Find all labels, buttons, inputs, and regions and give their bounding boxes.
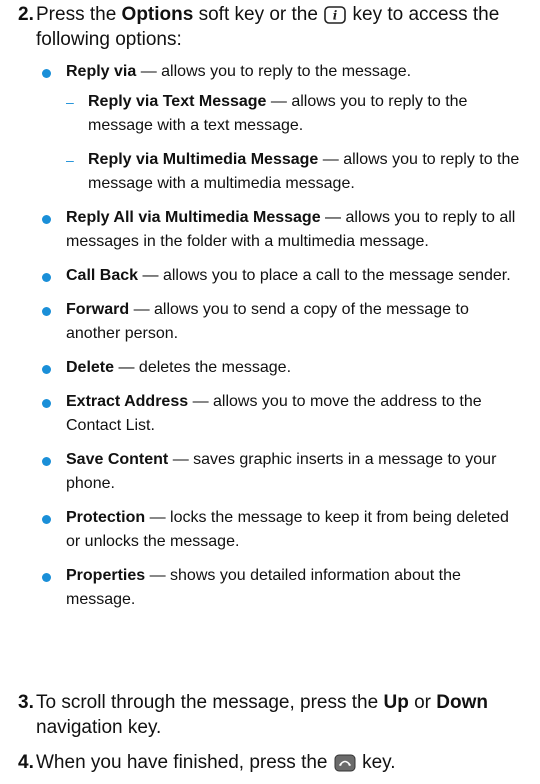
option-desc: — allows you to place a call to the mess… (138, 267, 511, 284)
up-key-label: Up (383, 692, 409, 713)
bullet-dot (42, 307, 51, 316)
bullet-dot (42, 365, 51, 374)
option-label: Forward (66, 301, 130, 318)
step-number: 4. (18, 752, 34, 773)
option-label: Extract Address (66, 393, 189, 410)
step-text: When you have finished, press the key. (36, 750, 518, 775)
bullet-dot (42, 69, 51, 78)
manual-page: 2. Press the Options soft key or the i k… (0, 0, 540, 784)
option-label: Reply via Text Message (88, 93, 267, 110)
option-label: Properties (66, 567, 146, 584)
bullet-dot (42, 215, 51, 224)
step-number: 2. (18, 4, 34, 25)
bullet-dot (42, 273, 51, 282)
option-label: Delete (66, 359, 115, 376)
step-text-part: When you have finished, press the (36, 752, 333, 773)
option-label: Reply via (66, 63, 137, 80)
option-label: Protection (66, 509, 146, 526)
step-text-part: key. (356, 752, 396, 773)
step-3: 3. To scroll through the message, press … (18, 690, 518, 740)
options-softkey-label: Options (121, 4, 194, 25)
bullet-dot (42, 399, 51, 408)
bullet-dot (42, 457, 51, 466)
options-list: Reply via — allows you to reply to the m… (42, 60, 522, 622)
list-item: Reply via — allows you to reply to the m… (42, 60, 522, 196)
list-item: Forward — allows you to send a copy of t… (42, 298, 522, 346)
bullet-dot (42, 573, 51, 582)
step-number: 3. (18, 692, 34, 713)
dash-marker: – (66, 94, 74, 110)
step-text-part: or (408, 692, 437, 713)
option-label: Reply via Multimedia Message (88, 151, 319, 168)
list-item: Reply All via Multimedia Message — allow… (42, 206, 522, 254)
list-item: Extract Address — allows you to move the… (42, 390, 522, 438)
list-item: Delete — deletes the message. (42, 356, 522, 380)
list-item: Properties — shows you detailed informat… (42, 564, 522, 612)
list-item: Protection — locks the message to keep i… (42, 506, 522, 554)
step-text-part: soft key or the (193, 4, 324, 25)
step-text-part: To scroll through the message, press the (36, 692, 384, 713)
option-label: Reply All via Multimedia Message (66, 209, 321, 226)
step-text-part: Press the (36, 4, 122, 25)
option-label: Call Back (66, 267, 139, 284)
bullet-dot (42, 515, 51, 524)
option-desc: — allows you to reply to the message. (136, 63, 412, 80)
dash-marker: – (66, 152, 74, 168)
down-key-label: Down (436, 692, 488, 713)
sub-options-list: – Reply via Text Message — allows you to… (66, 90, 522, 196)
end-key-icon (334, 754, 356, 772)
step-4: 4. When you have finished, press the key… (18, 750, 518, 775)
sub-list-item: – Reply via Multimedia Message — allows … (66, 148, 522, 196)
step-2: 2. Press the Options soft key or the i k… (18, 2, 518, 52)
step-text-part: navigation key. (36, 717, 162, 738)
option-label: Save Content (66, 451, 169, 468)
option-desc: — deletes the message. (114, 359, 292, 376)
info-key-icon: i (324, 6, 347, 24)
sub-list-item: – Reply via Text Message — allows you to… (66, 90, 522, 138)
step-text: Press the Options soft key or the i key … (36, 2, 518, 52)
list-item: Call Back — allows you to place a call t… (42, 264, 522, 288)
svg-text:i: i (333, 9, 338, 23)
step-text: To scroll through the message, press the… (36, 690, 518, 740)
list-item: Save Content — saves graphic inserts in … (42, 448, 522, 496)
